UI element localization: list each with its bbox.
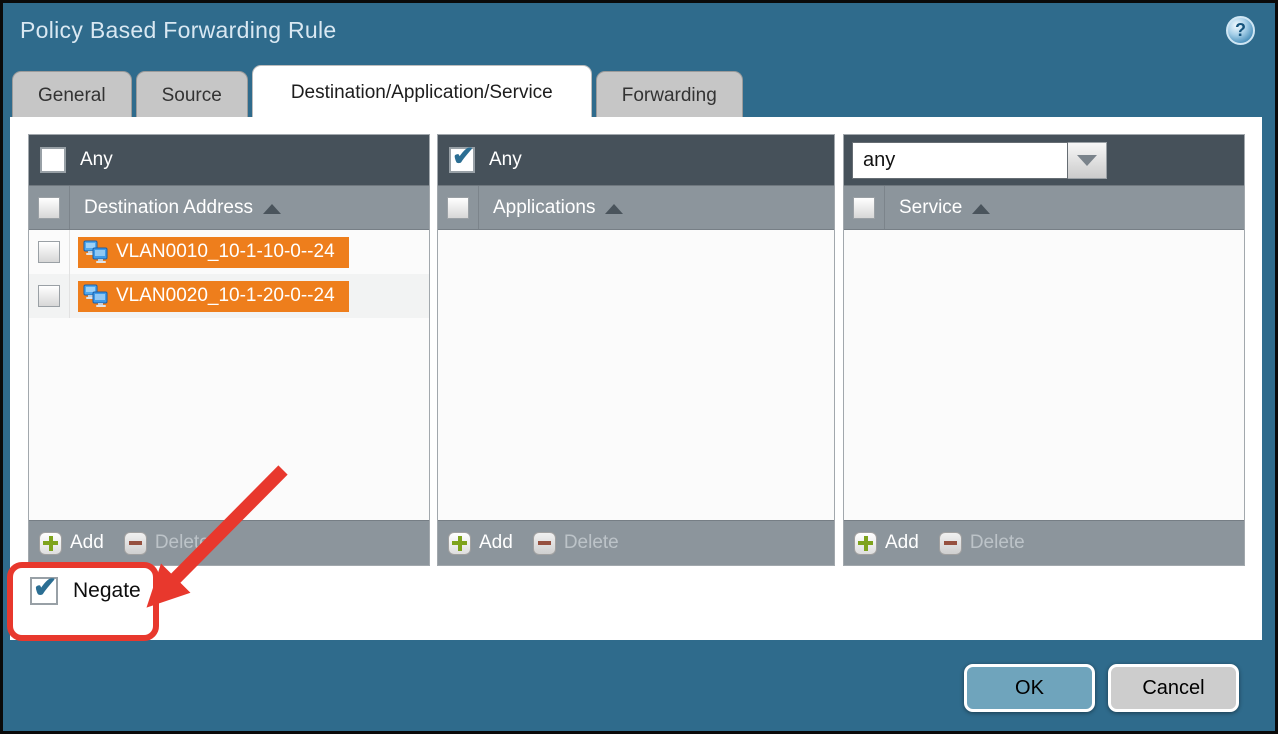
address-object-chip[interactable]: VLAN0020_10-1-20-0--24 [78,281,349,312]
service-select-all-checkbox[interactable] [853,197,875,219]
destination-address-list: VLAN0010_10-1-10-0--24 [29,230,429,520]
address-object-name: VLAN0020_10-1-20-0--24 [116,285,335,307]
negate-checkbox[interactable] [30,577,58,605]
tab-destination-application-service[interactable]: Destination/Application/Service [252,65,592,120]
list-item[interactable]: VLAN0020_10-1-20-0--24 [29,274,429,318]
negate-row: Negate [30,577,141,605]
network-address-icon [83,284,109,308]
destination-any-checkbox[interactable] [40,147,66,173]
add-application-button[interactable]: Add [448,532,513,555]
applications-header-label: Applications [493,197,595,219]
applications-column-header[interactable]: Applications [438,185,834,230]
minus-icon [939,532,962,555]
delete-label: Delete [155,532,210,554]
chevron-down-icon [1077,155,1097,166]
minus-icon [124,532,147,555]
plus-icon [448,532,471,555]
delete-application-button[interactable]: Delete [533,532,619,555]
add-destination-button[interactable]: Add [39,532,104,555]
applications-any-bar: Any [438,135,834,185]
sort-ascending-icon [263,204,281,214]
list-item[interactable]: VLAN0010_10-1-10-0--24 [29,230,429,274]
destination-any-bar: Any [29,135,429,185]
pbf-rule-dialog: Policy Based Forwarding Rule ? General S… [0,0,1278,734]
applications-select-all-checkbox[interactable] [447,197,469,219]
destination-address-section: Any Destination Address [28,134,430,566]
help-icon[interactable]: ? [1226,16,1255,45]
row-checkbox[interactable] [38,285,60,307]
minus-icon [533,532,556,555]
address-object-name: VLAN0010_10-1-10-0--24 [116,241,335,263]
service-dropdown-value[interactable]: any [852,142,1068,179]
plus-icon [854,532,877,555]
dialog-title: Policy Based Forwarding Rule [20,17,337,44]
dropdown-arrow-button[interactable] [1068,142,1107,179]
row-checkbox[interactable] [38,241,60,263]
delete-service-button[interactable]: Delete [939,532,1025,555]
applications-any-label: Any [489,149,522,171]
applications-section: Any Applications Add Delete [437,134,835,566]
negate-label: Negate [73,579,141,603]
applications-any-checkbox[interactable] [449,147,475,173]
applications-list [438,230,834,520]
service-dropdown: any [852,142,1107,179]
tab-bar: General Source Destination/Application/S… [12,65,743,120]
delete-destination-button[interactable]: Delete [124,532,210,555]
row-checkbox-cell [29,274,70,318]
service-dropdown-bar: any [844,135,1244,185]
tab-content-panel: Any Destination Address [10,117,1262,640]
add-service-button[interactable]: Add [854,532,919,555]
select-all-cell [29,186,70,229]
service-list [844,230,1244,520]
destination-select-all-checkbox[interactable] [38,197,60,219]
add-label: Add [885,532,919,554]
service-section: any Service Add [843,134,1245,566]
cancel-button[interactable]: Cancel [1108,664,1239,712]
add-label: Add [70,532,104,554]
sort-ascending-icon [605,204,623,214]
service-toolbar: Add Delete [844,520,1244,565]
tab-forwarding[interactable]: Forwarding [596,71,743,120]
sort-ascending-icon [972,204,990,214]
service-column-header[interactable]: Service [844,185,1244,230]
network-address-icon [83,240,109,264]
tab-source[interactable]: Source [136,71,248,120]
tab-general[interactable]: General [12,71,132,120]
select-all-cell [438,186,479,229]
row-checkbox-cell [29,230,70,274]
destination-address-column-header[interactable]: Destination Address [29,185,429,230]
add-label: Add [479,532,513,554]
service-header-label: Service [899,197,962,219]
address-object-chip[interactable]: VLAN0010_10-1-10-0--24 [78,237,349,268]
applications-toolbar: Add Delete [438,520,834,565]
destination-address-header-label: Destination Address [84,197,253,219]
destination-toolbar: Add Delete [29,520,429,565]
ok-button[interactable]: OK [964,664,1095,712]
delete-label: Delete [564,532,619,554]
destination-any-label: Any [80,149,113,171]
delete-label: Delete [970,532,1025,554]
plus-icon [39,532,62,555]
select-all-cell [844,186,885,229]
